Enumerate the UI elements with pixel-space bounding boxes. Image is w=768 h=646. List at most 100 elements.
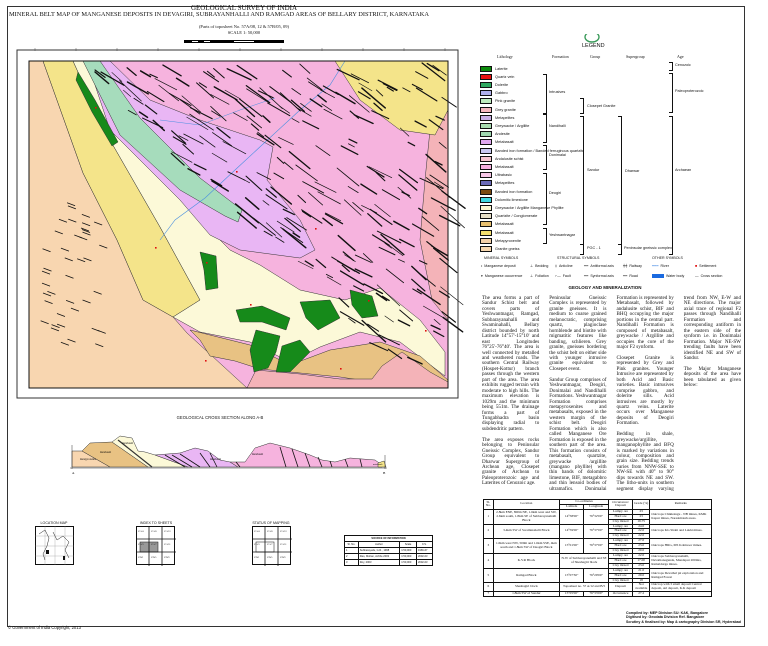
sheet-label: 57B/9 <box>280 557 285 559</box>
table-row: 5 Ramgad Block 15°07'30" 76°29'00" Lumpy ore… <box>483 567 712 584</box>
formation-label: Yeshwantnagar <box>549 233 576 237</box>
cell-location: 1.6km west NW, 500m and 1.6km SSE, 4km s… <box>492 538 561 554</box>
road-icon: ━━ <box>623 274 628 278</box>
sheet-label: 57A/7 <box>151 543 157 546</box>
formation-label: Intrusives <box>549 90 566 94</box>
section-end-label: B <box>383 471 386 475</box>
column-header-remarks: Remarks <box>649 499 712 510</box>
bracket <box>543 173 547 225</box>
table-row: 3 1.6km west NW, 500m and 1.6km SSE, 4km … <box>483 538 712 554</box>
deposit-dot-icon: • <box>481 264 483 268</box>
legend-item: Metabasalt <box>480 221 514 228</box>
section-unit-label: metabasalt <box>100 451 111 454</box>
location-map <box>35 526 74 565</box>
legend-item-label: Quartz vein <box>495 74 515 79</box>
legend-item: Metapelites <box>480 180 514 187</box>
bracket <box>669 73 673 113</box>
foliation-icon: ⊥ <box>530 274 534 278</box>
geology-paragraph: Peninsular Gneissic Complex is represent… <box>549 295 607 372</box>
legend-swatch <box>480 229 492 236</box>
legend-item-label: Greywacke / Argillite <box>495 123 530 128</box>
legend-item-label: Grey granite <box>495 107 516 112</box>
cell-location: Ramgad Block <box>492 567 561 584</box>
legend-swatch <box>480 90 492 97</box>
legend-item-label: Greywacke / Argillite Manganese Phyllite <box>495 205 564 210</box>
cell-location: 1.8km SW of Sandur <box>492 591 561 598</box>
section-unit-label: metabasalt <box>252 453 263 456</box>
cell-location: 2.8km ENE, 800m NE, 1.6km west and SW, 2… <box>492 508 561 525</box>
legend-item-label: Dolerite <box>495 82 509 87</box>
cell-remarks: Outcrops Devathal pit exploration and Ra… <box>649 567 712 584</box>
column-header-grade: Grade (%) <box>631 499 651 510</box>
legend-item: Pink granite <box>480 98 515 105</box>
legend-item-label: Andesite <box>495 132 510 137</box>
cell-sl: 2 <box>483 523 494 540</box>
legend-item-label: Metapelites <box>495 181 515 186</box>
symbol-label: Foliation <box>535 274 549 278</box>
legend-item: Metapelites <box>480 114 514 121</box>
legend-item: Metabasalt <box>480 229 514 236</box>
legend-item: Banded iron formation / Banded ferrugino… <box>480 147 584 154</box>
geology-paragraph: The area forms a part of Sandur Schist b… <box>482 295 540 432</box>
age-label: Archaean <box>675 168 692 172</box>
legend-swatch <box>480 122 492 129</box>
section-unit-label: metabasalt <box>373 464 383 466</box>
status-of-mapping-grid: 57A/4 57A/8 57A/12 57A/3 57A/7 57A/11 57B/1 57B… <box>252 526 292 566</box>
legend-item-label: Banded iron formation / Banded ferrugino… <box>495 148 585 153</box>
formation-label: Deogiri <box>549 191 562 195</box>
bedding-icon: ⊥ <box>530 264 534 268</box>
sheet-label: 57A/7 <box>267 543 273 546</box>
legend-title: LEGEND <box>582 43 605 49</box>
cell-occurrence: Occurrence <box>608 591 633 598</box>
sheet-label: 57A/3 <box>254 543 260 546</box>
legend-item: Gabbro <box>480 90 508 97</box>
sheet-label: 57B/5 <box>267 557 273 559</box>
symbol-mn-occurrence: ▾ Manganese occurrence <box>481 274 522 278</box>
legend-item-label: Metabasalt <box>495 222 514 227</box>
cell-grade: 27.2 <box>631 591 651 598</box>
symbol-fault: ⌐— Fault <box>555 274 571 278</box>
credits: Compiled by: MEP Division SU: KAK, Banga… <box>626 611 741 624</box>
cell-latitude: 15°07'30" <box>559 567 585 584</box>
cross-section-line-icon: — <box>695 274 699 278</box>
cell-longitude: 76°32'00" <box>583 508 610 525</box>
cell-latitude: 15°05'00" <box>559 591 585 598</box>
legend-item: Metabasalt <box>480 163 514 170</box>
legend-swatch <box>480 106 492 113</box>
settlement-marker <box>368 300 370 302</box>
legend-swatch <box>480 204 492 211</box>
legend-item: Metabasalt <box>480 139 514 146</box>
cross-section-diagram: A B metapyroxenite metabasalt metabasalt… <box>70 435 387 475</box>
legend-item-label: Pink granite <box>495 99 516 104</box>
symbol-label: Manganese deposit <box>484 264 516 268</box>
sheet-label: 57A/3 <box>138 543 144 546</box>
cell-longitude: 76°29'00" <box>583 567 610 584</box>
legend-item: Laterite <box>480 65 508 72</box>
symbol-label: Antiformal axis <box>590 264 614 268</box>
cell-remarks: Outcrops HRG, MS Kohinoor mines. <box>649 538 712 554</box>
settlement-marker <box>315 228 317 230</box>
table-row: 1 2.8km ENE, 800m NE, 1.6km west and SW, … <box>483 508 712 525</box>
bracket <box>618 244 622 255</box>
geology-paragraph: The Major Manganese deposits of the area… <box>683 365 741 389</box>
legend-item: Dolomitic limestone <box>480 196 528 203</box>
column-header-location: Location <box>492 499 561 510</box>
legend-swatch <box>480 114 492 121</box>
geological-map[interactable] <box>0 0 470 405</box>
legend-swatch <box>480 147 492 154</box>
legend-item-label: Banded iron formation <box>495 189 533 194</box>
water-body-icon <box>652 274 664 278</box>
table-cell: 2002-03 <box>415 559 434 566</box>
legend-item: Andesite <box>480 131 510 138</box>
bracket <box>669 116 673 255</box>
symbol-label: Bedding <box>535 264 549 268</box>
symbol-mn-deposit: • Manganese deposit <box>481 264 516 268</box>
geology-section-title: GEOLOGY AND MINERALIZATION <box>568 285 642 290</box>
legend-swatch <box>480 139 492 146</box>
symbol-railway: ┿┿ Railway <box>623 264 642 268</box>
legend-item-label: Metapyroxenite <box>495 238 521 243</box>
geology-paragraph: Closepet Granite is represented by Grey … <box>616 354 674 427</box>
sheet-label: 57A/12 <box>164 530 171 533</box>
settlement-icon: ■ <box>695 264 698 268</box>
supergroup-label: Dharwar <box>625 169 640 173</box>
